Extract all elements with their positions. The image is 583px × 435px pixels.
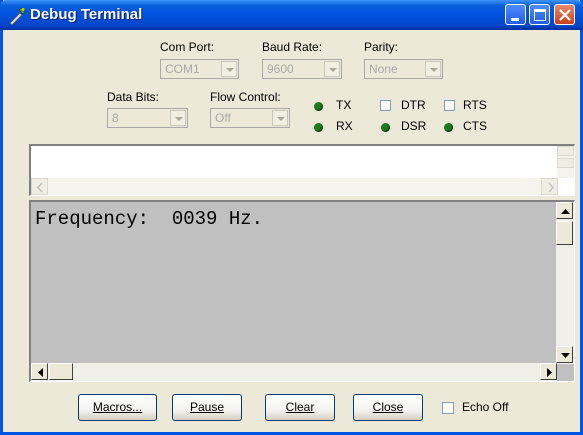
rts-label: RTS: [463, 98, 487, 112]
flow-control-label: Flow Control:: [210, 90, 281, 104]
flow-control-select[interactable]: Off: [210, 108, 290, 128]
close-icon: [559, 9, 571, 21]
data-bits-select[interactable]: 8: [107, 108, 188, 128]
chevron-down-icon[interactable]: [170, 110, 186, 126]
debug-terminal-window: Debug Terminal Com Port: COM1 Baud Rate:…: [0, 0, 583, 435]
clear-button[interactable]: Clear: [265, 394, 335, 421]
close-button[interactable]: Close: [353, 394, 423, 421]
chevron-down-icon[interactable]: [425, 61, 441, 77]
com-port-select[interactable]: COM1: [160, 59, 239, 79]
chevron-down-icon[interactable]: [221, 61, 237, 77]
com-port-label: Com Port:: [160, 40, 215, 54]
triangle-down-icon: [561, 353, 570, 358]
dsr-label: DSR: [401, 119, 427, 133]
close-window-button[interactable]: [554, 4, 575, 25]
parity-select[interactable]: None: [364, 59, 443, 79]
triangle-up-icon: [561, 209, 570, 214]
title-bar[interactable]: Debug Terminal: [0, 0, 583, 30]
chevron-down-icon[interactable]: [324, 61, 340, 77]
data-bits-label: Data Bits:: [107, 90, 160, 104]
tx-indicator-led: [314, 102, 323, 111]
triangle-right-icon: [547, 368, 552, 377]
rts-checkbox[interactable]: [444, 100, 455, 111]
transmit-input-pane[interactable]: [29, 144, 575, 196]
dsr-indicator-led: [381, 123, 390, 132]
transmit-horizontal-scrollbar[interactable]: [31, 178, 558, 195]
scroll-up-button[interactable]: [557, 146, 574, 156]
debug-terminal-app-icon: [9, 7, 26, 25]
dtr-label: DTR: [401, 98, 426, 112]
scroll-down-button[interactable]: [556, 346, 573, 363]
cts-label: CTS: [463, 119, 487, 133]
cts-indicator-led: [444, 123, 453, 132]
scroll-down-button[interactable]: [557, 158, 574, 168]
tx-label: TX: [336, 98, 352, 112]
pause-button[interactable]: Pause: [172, 394, 242, 421]
parity-value: None: [369, 62, 398, 76]
minimize-icon: [511, 18, 519, 21]
dtr-checkbox[interactable]: [380, 100, 391, 111]
baud-rate-select[interactable]: 9600: [262, 59, 342, 79]
data-bits-value: 8: [112, 111, 119, 125]
scroll-right-button[interactable]: [541, 178, 558, 195]
baud-rate-label: Baud Rate:: [262, 40, 323, 54]
chevron-down-icon[interactable]: [272, 110, 288, 126]
parity-label: Parity:: [364, 40, 399, 54]
scroll-thumb[interactable]: [49, 363, 73, 380]
com-port-value: COM1: [165, 62, 200, 76]
scroll-thumb[interactable]: [556, 221, 573, 245]
receive-terminal-pane[interactable]: Frequency: 0039 Hz.: [29, 200, 575, 382]
transmit-vertical-scrollbar[interactable]: [557, 146, 574, 178]
macros-button[interactable]: Macros...: [78, 394, 157, 421]
terminal-output-text: Frequency: 0039 Hz.: [35, 208, 264, 230]
chevron-left-icon: [36, 182, 43, 193]
terminal-horizontal-scrollbar[interactable]: [31, 363, 557, 381]
terminal-vertical-scrollbar[interactable]: [556, 202, 574, 364]
maximize-button[interactable]: [529, 4, 550, 25]
echo-off-checkbox[interactable]: [442, 402, 454, 414]
scroll-right-button[interactable]: [540, 363, 557, 380]
scroll-left-button[interactable]: [31, 363, 48, 380]
rx-indicator-led: [314, 123, 323, 132]
window-title: Debug Terminal: [30, 6, 143, 23]
echo-off-label: Echo Off: [462, 400, 509, 414]
baud-rate-value: 9600: [267, 62, 294, 76]
scroll-up-button[interactable]: [556, 202, 573, 219]
chevron-right-icon: [548, 182, 555, 193]
scroll-left-button[interactable]: [31, 178, 48, 195]
triangle-left-icon: [38, 368, 43, 377]
maximize-icon: [534, 9, 546, 21]
flow-control-value: Off: [215, 111, 231, 125]
minimize-button[interactable]: [505, 4, 526, 25]
rx-label: RX: [336, 119, 353, 133]
